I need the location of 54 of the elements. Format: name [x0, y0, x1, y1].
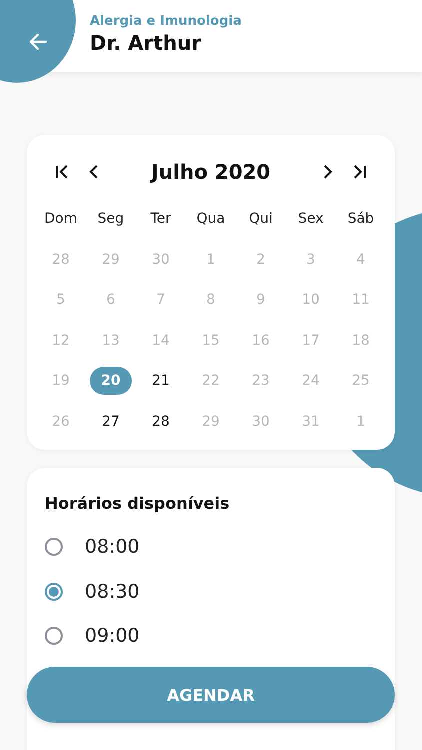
back-arrow-icon: [28, 32, 48, 52]
time-label[interactable]: 08:30: [85, 580, 140, 603]
calendar-day: 30: [240, 408, 282, 436]
calendar-day: 7: [140, 286, 182, 314]
weekday-label: Dom: [44, 211, 78, 228]
calendar-day: 26: [40, 408, 82, 436]
weekday-label: Sex: [298, 211, 324, 228]
calendar-day: 29: [90, 246, 132, 274]
calendar-day: 6: [90, 286, 132, 314]
weekday-label: Qua: [196, 211, 226, 228]
specialty-label: Alergia e Imunologia: [90, 14, 242, 28]
calendar-day: 28: [40, 246, 82, 274]
time-label[interactable]: 08:00: [85, 536, 140, 558]
calendar-day: 5: [40, 286, 82, 314]
calendar-day: 9: [240, 286, 282, 314]
calendar-day: 1: [190, 246, 232, 274]
calendar-day: 15: [190, 326, 232, 355]
calendar-day[interactable]: 27: [90, 408, 132, 436]
radio-button[interactable]: [45, 582, 63, 601]
weekday-label: Qui: [249, 211, 273, 228]
calendar-day: 1: [340, 408, 382, 436]
radio-button[interactable]: [45, 627, 63, 646]
calendar-day[interactable]: 28: [140, 408, 182, 436]
time-label[interactable]: 09:00: [85, 625, 140, 648]
calendar-day: 18: [340, 326, 382, 355]
calendar-day: 13: [90, 326, 132, 355]
chevron-right-icon[interactable]: [322, 164, 334, 180]
calendar-day: 3: [290, 246, 332, 274]
calendar-day: 14: [140, 326, 182, 355]
calendar-day: 16: [240, 326, 282, 355]
calendar-day: 2: [240, 246, 282, 274]
weekday-label: Sáb: [348, 211, 374, 228]
radio-button[interactable]: [45, 538, 63, 556]
calendar-day: 19: [40, 367, 82, 396]
section-title: Horários disponíveis: [45, 494, 231, 513]
calendar-day: 8: [190, 286, 232, 314]
calendar-day: 4: [340, 246, 382, 274]
calendar-day: 10: [290, 286, 332, 314]
calendar-day: 24: [290, 367, 332, 396]
weekday-label: Seg: [98, 211, 124, 228]
calendar-day: 11: [340, 286, 382, 314]
calendar-day: 29: [190, 408, 232, 436]
calendar-day: 12: [40, 326, 82, 355]
calendar-day: 23: [240, 367, 282, 396]
calendar-day: 25: [340, 367, 382, 396]
calendar-day: 22: [190, 367, 232, 396]
calendar-day: 30: [140, 246, 182, 274]
month-title: Julho 2020: [149, 160, 272, 184]
chevron-left-icon[interactable]: [88, 164, 100, 180]
doctor-name: Dr. Arthur: [90, 30, 202, 54]
calendar-day: 17: [290, 326, 332, 355]
weekday-label: Ter: [150, 211, 172, 228]
calendar-day: 31: [290, 408, 332, 436]
calendar-day[interactable]: 21: [140, 367, 182, 396]
